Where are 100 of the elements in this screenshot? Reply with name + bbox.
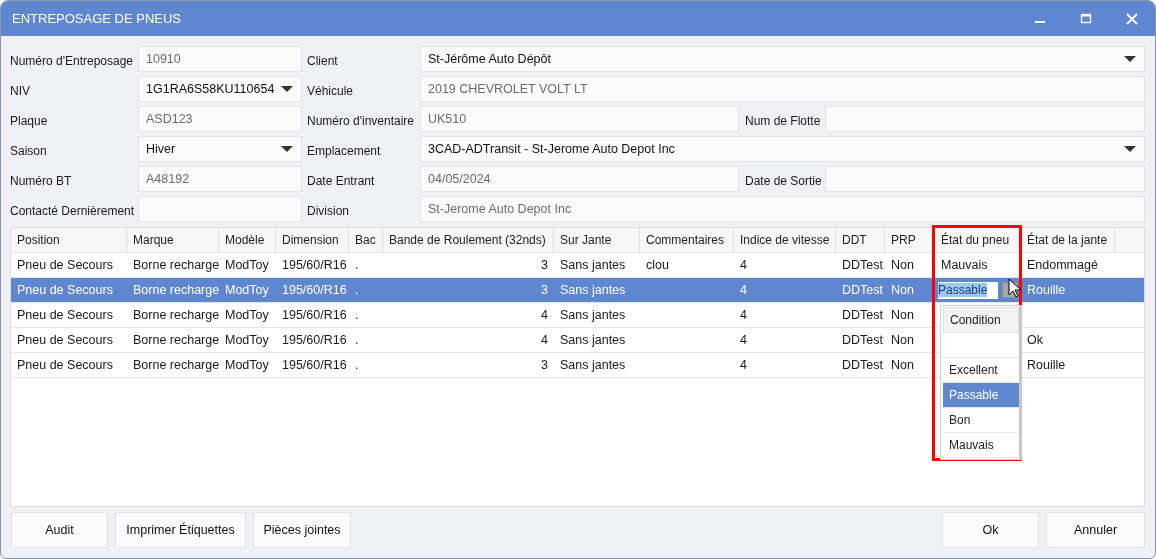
- table-cell: 4: [740, 283, 747, 297]
- dropdown-arrow-icon: [281, 146, 293, 152]
- table-cell: DDTest: [842, 333, 883, 347]
- table-cell: Non: [891, 283, 914, 297]
- column-header[interactable]: Dimension: [276, 228, 349, 252]
- field-label: Emplacement: [307, 142, 382, 160]
- table-cell: 195/60/R16: [282, 258, 347, 272]
- table-cell: DDTest: [842, 308, 883, 322]
- dropdown-arrow-icon: [1124, 146, 1136, 152]
- cell-editor-field[interactable]: Passable: [938, 281, 998, 299]
- table-cell: Pneu de Secours: [17, 308, 113, 322]
- column-header[interactable]: Position: [11, 228, 127, 252]
- text-field[interactable]: 04/05/2024: [420, 166, 739, 192]
- text-field[interactable]: 2019 CHEVROLET VOLT LT: [420, 76, 1145, 102]
- table-cell: 4: [740, 308, 747, 322]
- field-label: Client: [307, 52, 339, 70]
- table-cell: 4: [740, 358, 747, 372]
- column-header[interactable]: Indice de vitesse: [734, 228, 836, 252]
- text-field[interactable]: UK510: [420, 106, 739, 132]
- column-header[interactable]: Bac: [349, 228, 383, 252]
- table-cell: .: [355, 258, 359, 272]
- table-cell: Rouille: [1027, 358, 1066, 372]
- table-cell: clou: [646, 258, 669, 272]
- table-cell: DDTest: [842, 283, 883, 297]
- mouse-cursor-icon: [1008, 278, 1022, 298]
- table-cell: ModToy: [225, 358, 269, 372]
- selected-text: Passable: [938, 283, 988, 297]
- text-field[interactable]: St-Jerome Auto Depot Inc: [420, 196, 1145, 222]
- field-label: Numéro d'Entreposage: [10, 52, 135, 70]
- table-cell: .: [355, 358, 359, 372]
- text-field[interactable]: 10910: [138, 46, 302, 72]
- action-button[interactable]: Annuler: [1046, 512, 1145, 548]
- table-cell: 4: [541, 333, 548, 347]
- action-button[interactable]: Ok: [942, 512, 1039, 548]
- table-cell: Non: [891, 258, 914, 272]
- table-row[interactable]: Pneu de Secours Borne recharge ModToy 195/60/R16 . 3 Sans jantes 4 DDTest Non Passable Rouille: [11, 278, 1144, 303]
- field-label: Numéro d'inventaire: [307, 112, 415, 130]
- column-header[interactable]: État de la jante: [1021, 228, 1115, 252]
- text-field[interactable]: [825, 106, 1145, 132]
- text-field[interactable]: [825, 166, 1145, 192]
- column-header[interactable]: Bande de Roulement (32nds): [383, 228, 554, 252]
- table-cell: .: [355, 333, 359, 347]
- field-label: Contacté Dernièrement: [10, 202, 136, 220]
- table-cell: DDTest: [842, 358, 883, 372]
- table-cell: 4: [740, 258, 747, 272]
- table-cell: Sans jantes: [560, 358, 626, 372]
- field-label: Date Entrant: [307, 172, 376, 190]
- table-cell: .: [355, 283, 359, 297]
- column-header[interactable]: Sur Jante: [554, 228, 640, 252]
- field-label: Num de Flotte: [745, 112, 822, 130]
- column-header[interactable]: DDT: [836, 228, 885, 252]
- table-cell: 3: [541, 358, 548, 372]
- dropdown-field[interactable]: Hiver: [138, 136, 302, 162]
- window-title: ENTREPOSAGE DE PNEUS: [12, 11, 183, 26]
- close-icon[interactable]: [1126, 12, 1138, 25]
- field-label: Plaque: [10, 112, 49, 130]
- dropdown-option[interactable]: Mauvais: [943, 433, 1019, 458]
- field-label: NIV: [10, 82, 31, 100]
- table-cell: Endommagé: [1027, 258, 1098, 272]
- maximize-icon[interactable]: [1080, 12, 1092, 25]
- action-button[interactable]: Imprimer Étiquettes: [115, 512, 246, 548]
- action-button[interactable]: Audit: [11, 512, 108, 548]
- field-label: Division: [307, 202, 350, 220]
- table-cell: Borne recharge: [133, 358, 220, 372]
- dropdown-field[interactable]: 3CAD-ADTransit - St-Jerome Auto Depot Inc: [420, 136, 1145, 162]
- dropdown-option[interactable]: Passable: [943, 383, 1019, 408]
- table-cell: DDTest: [842, 258, 883, 272]
- table-cell: Borne recharge: [133, 258, 220, 272]
- dropdown-field[interactable]: 1G1RA6S58KU110654: [138, 76, 302, 102]
- column-header[interactable]: Modèle: [219, 228, 276, 252]
- table-cell: 3: [541, 283, 548, 297]
- column-header[interactable]: PRP: [885, 228, 935, 252]
- table-cell: Rouille: [1027, 283, 1066, 297]
- table-cell: Borne recharge: [133, 333, 220, 347]
- text-field[interactable]: ASD123: [138, 106, 302, 132]
- table-cell: Pneu de Secours: [17, 258, 113, 272]
- table-cell: 4: [541, 308, 548, 322]
- text-field[interactable]: A48192: [138, 166, 302, 192]
- dropdown-arrow-icon: [1124, 56, 1136, 62]
- table-cell: ModToy: [225, 258, 269, 272]
- table-cell: 195/60/R16: [282, 333, 347, 347]
- table-cell: Pneu de Secours: [17, 283, 113, 297]
- dropdown-field[interactable]: St-Jérôme Auto Dépôt: [420, 46, 1145, 72]
- table-cell: ModToy: [225, 308, 269, 322]
- column-header[interactable]: Marque: [127, 228, 219, 252]
- table-cell: Sans jantes: [560, 258, 626, 272]
- field-label: Numéro BT: [10, 172, 73, 190]
- text-field[interactable]: [138, 196, 302, 222]
- table-cell: Non: [891, 308, 914, 322]
- dropdown-option[interactable]: Bon: [943, 408, 1019, 433]
- action-button[interactable]: Pièces jointes: [253, 512, 351, 548]
- field-label: Véhicule: [307, 82, 355, 100]
- table-cell: 195/60/R16: [282, 308, 347, 322]
- dropdown-arrow-icon: [281, 86, 293, 92]
- column-header[interactable]: Commentaires: [640, 228, 734, 252]
- table-cell: Ok: [1027, 333, 1043, 347]
- column-header[interactable]: État du pneu: [935, 228, 1021, 252]
- field-label: Saison: [10, 142, 48, 160]
- table-cell: ModToy: [225, 333, 269, 347]
- table-cell: ModToy: [225, 283, 269, 297]
